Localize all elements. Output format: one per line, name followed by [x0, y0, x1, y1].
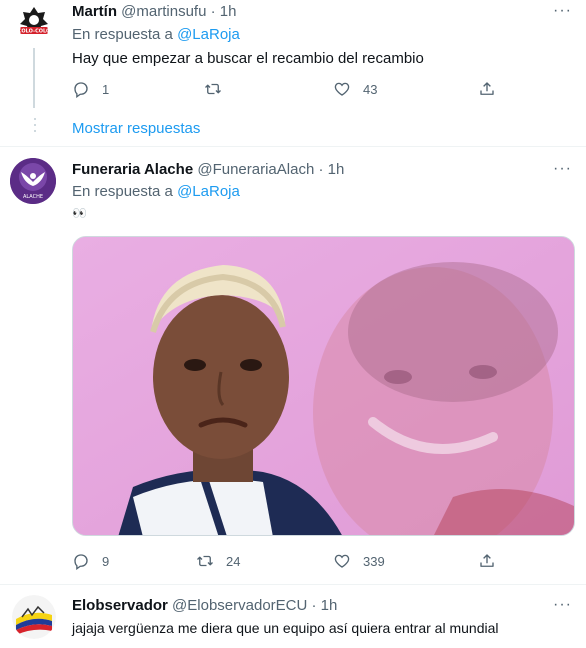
like-button[interactable]: 339 [333, 552, 385, 570]
separator: · [311, 597, 317, 614]
tweet-text: 👀 [72, 206, 87, 220]
author-handle[interactable]: @ElobservadorECU [172, 597, 307, 614]
separator: · [318, 161, 324, 178]
author-name[interactable]: Elobservador [72, 597, 168, 614]
retweet-button[interactable] [204, 80, 234, 98]
retweet-count: 24 [226, 553, 241, 569]
like-icon [334, 82, 350, 96]
avatar-funeraria-alache[interactable]: ALACHE [10, 158, 56, 204]
reply-button[interactable]: 9 [72, 552, 109, 570]
share-icon [480, 82, 494, 95]
reply-count: 1 [102, 81, 110, 97]
avatar-elobservador[interactable] [12, 595, 56, 639]
tweet-martin[interactable]: COLO-COLO Martín @martinsufu · 1h ··· En… [0, 0, 586, 110]
author-name[interactable]: Martín [72, 3, 117, 20]
tweet-text: Hay que empezar a buscar el recambio del… [72, 50, 424, 67]
divider [0, 146, 586, 147]
share-icon [480, 554, 494, 567]
like-count: 43 [363, 81, 378, 97]
more-icon[interactable]: ··· [553, 160, 572, 178]
reply-to-link[interactable]: @LaRoja [177, 183, 240, 200]
author-handle[interactable]: @martinsufu [121, 3, 206, 20]
svg-text:ALACHE: ALACHE [23, 194, 43, 200]
like-button[interactable]: 43 [333, 80, 377, 98]
reply-count: 9 [102, 553, 110, 569]
retweet-icon [205, 83, 221, 95]
ecuador-flag-icon [12, 595, 56, 639]
separator: · [210, 3, 216, 20]
reply-button[interactable]: 1 [72, 80, 109, 98]
tweet-media-image[interactable] [72, 236, 575, 536]
thread-dots [34, 118, 36, 136]
dove-logo: ALACHE [10, 158, 56, 204]
more-icon[interactable]: ··· [553, 2, 572, 20]
retweet-button[interactable]: 24 [196, 552, 240, 570]
timestamp[interactable]: 1h [328, 161, 345, 178]
reply-prefix: En respuesta a [72, 26, 173, 43]
retweet-icon [197, 555, 213, 567]
like-count: 339 [363, 553, 385, 569]
timestamp[interactable]: 1h [220, 3, 237, 20]
share-button[interactable] [478, 80, 508, 98]
like-icon [334, 554, 350, 568]
reply-icon [74, 82, 88, 98]
tweet-text: jajaja vergüenza me diera que un equipo … [72, 620, 499, 636]
colo-colo-logo: COLO-COLO [14, 2, 54, 42]
share-button[interactable] [478, 552, 508, 570]
reply-to-link[interactable]: @LaRoja [177, 26, 240, 43]
tweet-elobservador[interactable]: Elobservador @ElobservadorECU · 1h ··· j… [0, 585, 586, 648]
more-icon[interactable]: ··· [553, 596, 572, 614]
timestamp[interactable]: 1h [321, 597, 338, 614]
reply-prefix: En respuesta a [72, 183, 173, 200]
author-handle[interactable]: @FunerariaAlach [197, 161, 314, 178]
thread-line [33, 48, 35, 108]
svg-text:COLO-COLO: COLO-COLO [18, 29, 51, 35]
reply-icon [74, 554, 88, 570]
author-name[interactable]: Funeraria Alache [72, 161, 193, 178]
show-replies-link[interactable]: Mostrar respuestas [72, 120, 200, 137]
avatar-martin[interactable]: COLO-COLO [14, 2, 54, 42]
player-photo [73, 237, 574, 535]
